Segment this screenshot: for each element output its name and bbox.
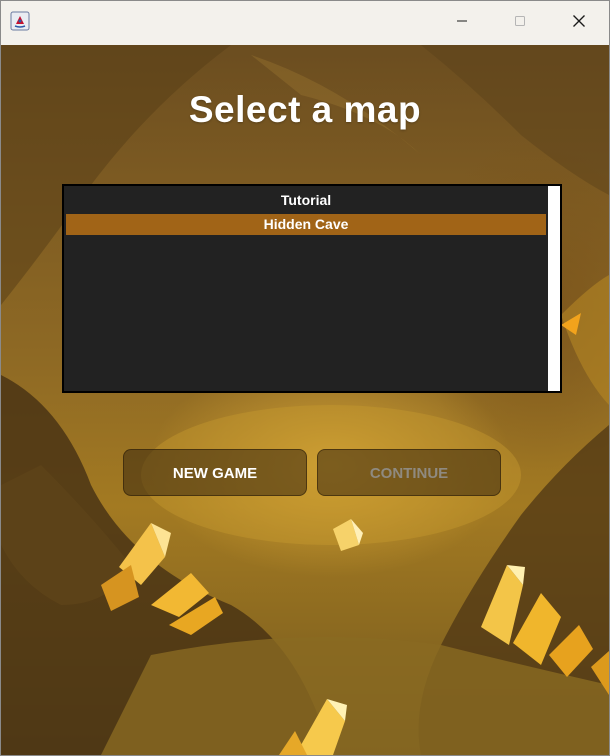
cave-background-image — [1, 45, 609, 755]
title-bar[interactable] — [1, 1, 609, 45]
close-icon — [573, 15, 585, 27]
maximize-icon — [515, 16, 525, 26]
maximize-button[interactable] — [491, 1, 549, 41]
java-app-icon — [10, 11, 30, 31]
minimize-icon — [457, 20, 467, 22]
map-list-viewport: Tutorial Hidden Cave — [64, 186, 548, 391]
map-list-item-tutorial[interactable]: Tutorial — [66, 190, 546, 211]
continue-button[interactable]: CONTINUE — [317, 449, 501, 496]
game-content: Select a map Tutorial Hidden Cave NEW GA… — [1, 45, 609, 755]
close-button[interactable] — [550, 1, 608, 41]
map-list[interactable]: Tutorial Hidden Cave — [62, 184, 562, 393]
map-list-item-hidden-cave[interactable]: Hidden Cave — [66, 214, 546, 235]
map-list-scrollbar[interactable] — [548, 186, 560, 391]
page-title: Select a map — [188, 89, 422, 130]
new-game-button[interactable]: NEW GAME — [123, 449, 307, 496]
minimize-button[interactable] — [433, 1, 491, 41]
game-window: Select a map Tutorial Hidden Cave NEW GA… — [0, 0, 610, 756]
